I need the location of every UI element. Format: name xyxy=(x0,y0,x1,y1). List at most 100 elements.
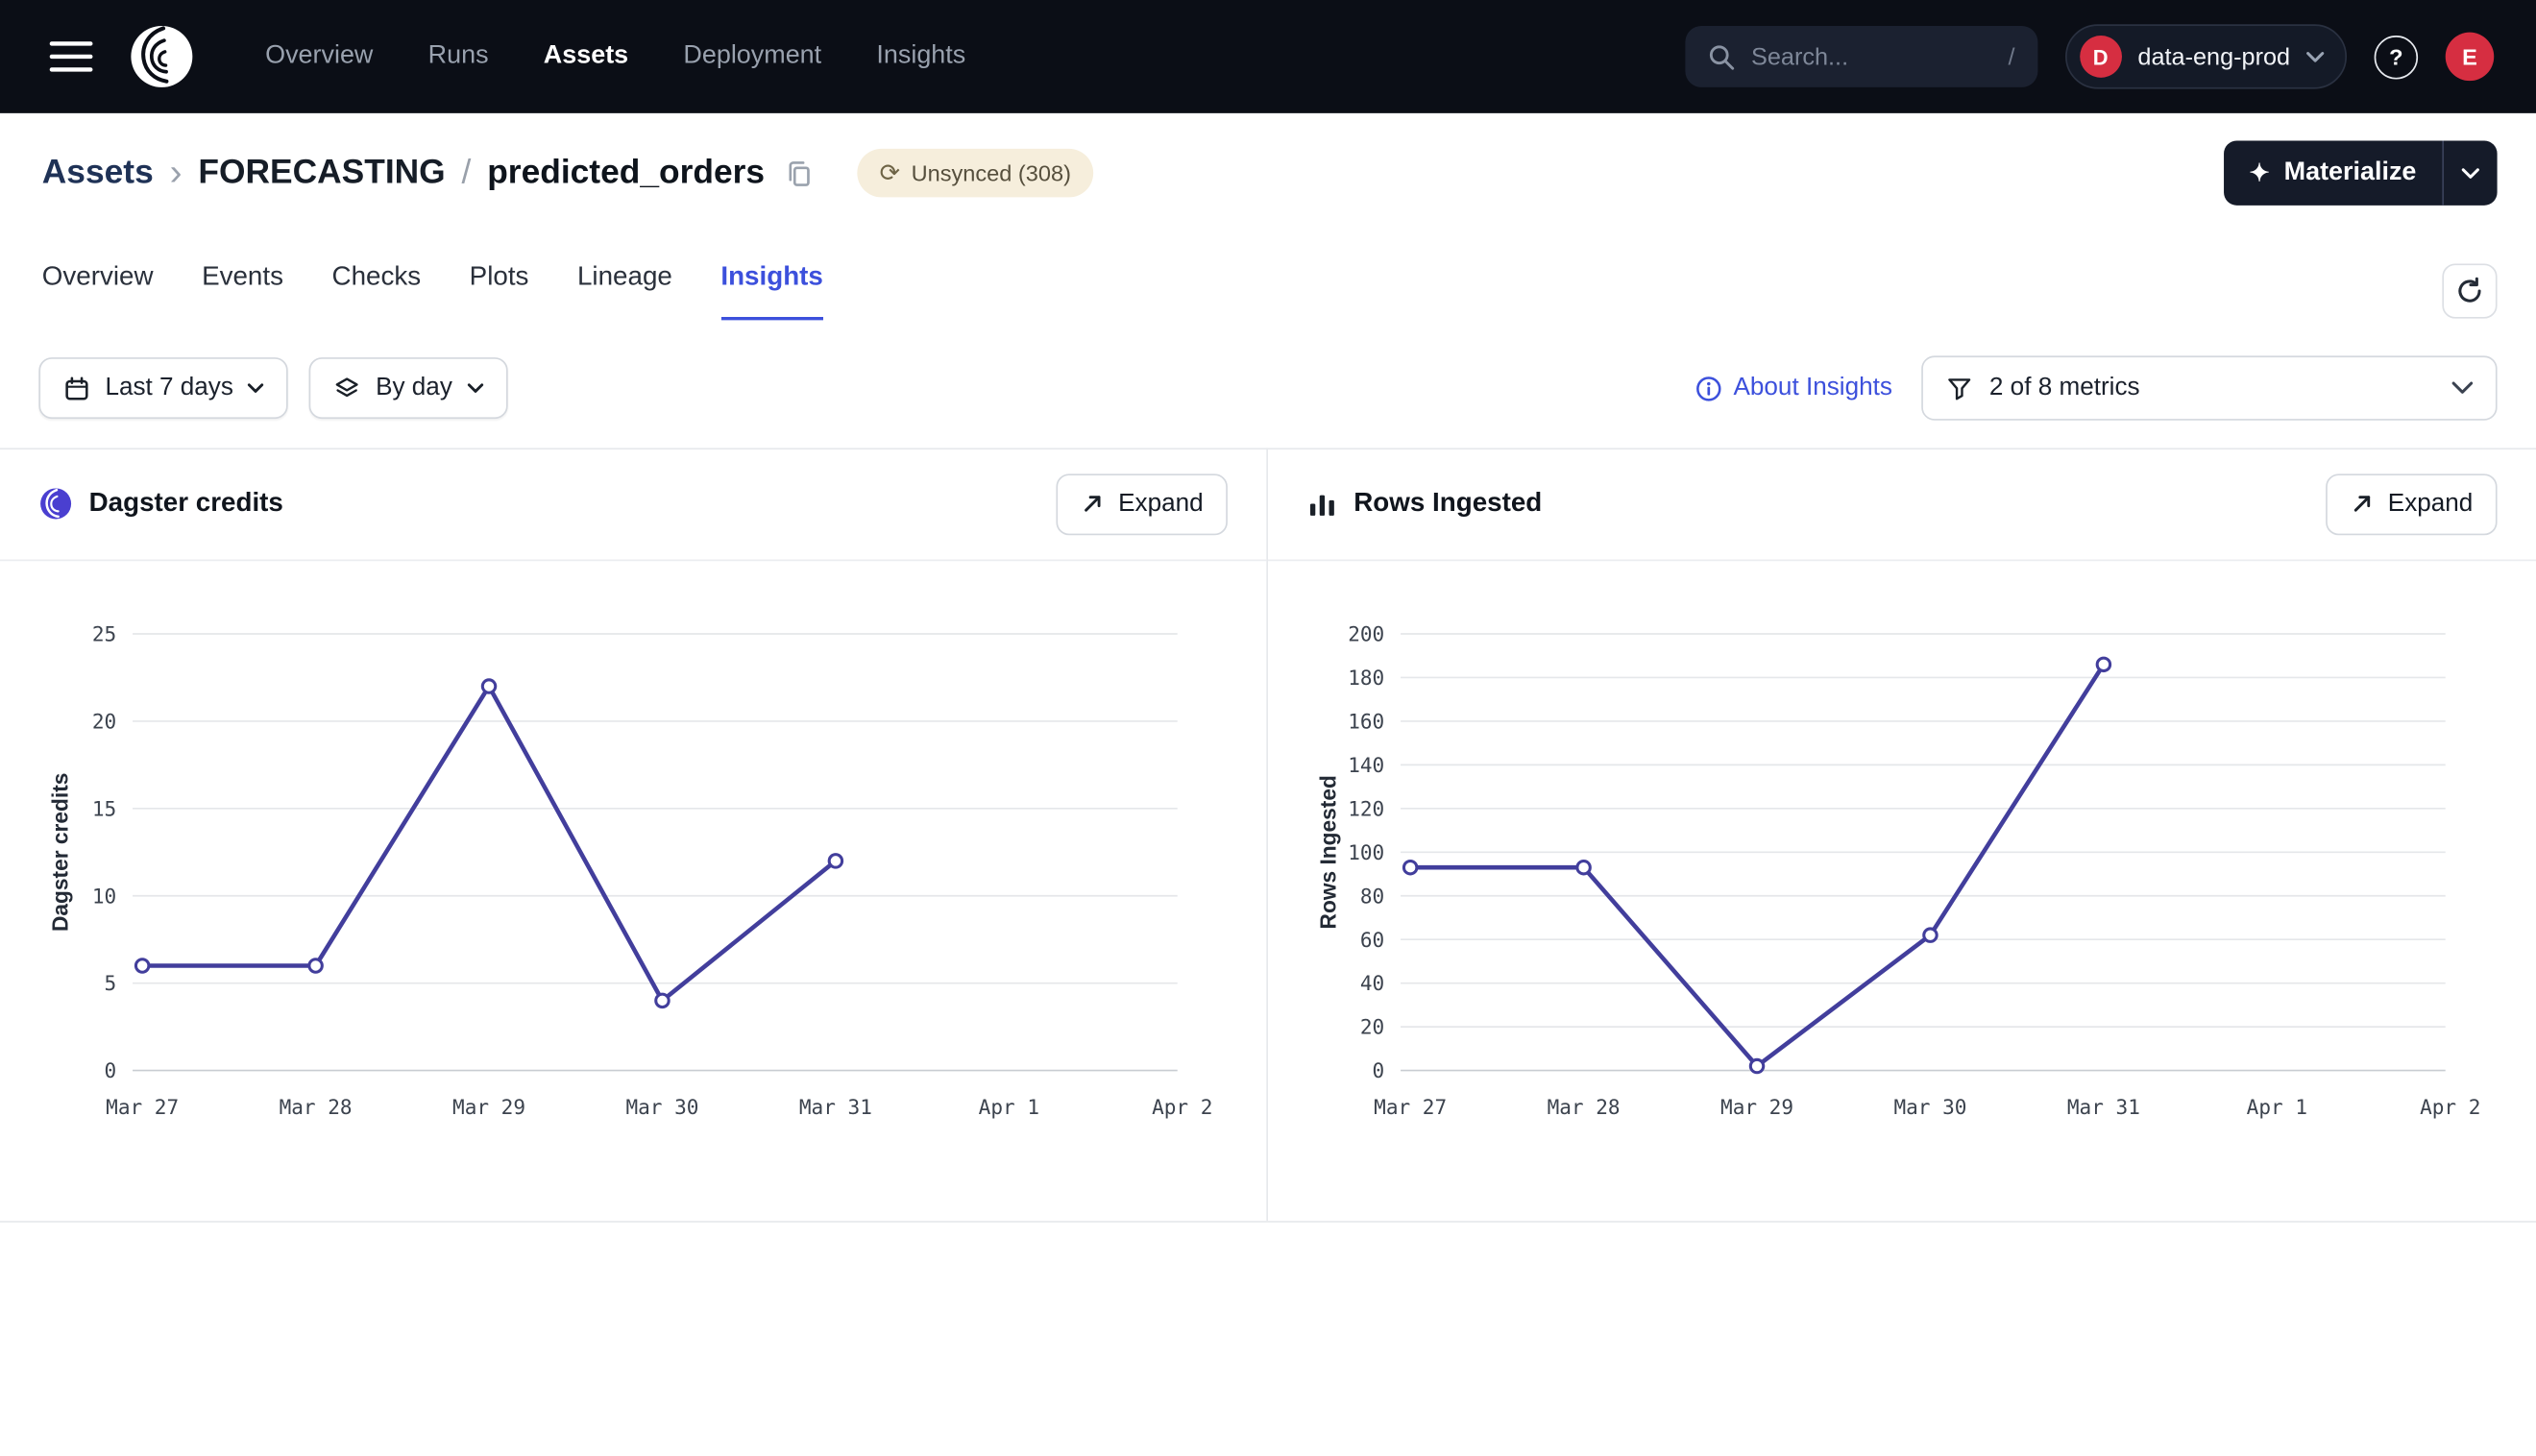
nav-item-insights[interactable]: Insights xyxy=(876,42,965,71)
search-icon xyxy=(1708,43,1736,71)
nav-item-assets[interactable]: Assets xyxy=(544,42,628,71)
dagster-credits-line-chart: 0510152025Mar 27Mar 28Mar 29Mar 30Mar 31… xyxy=(0,561,1268,1221)
dagster-credits-panel: Dagster credits Expand 0 5 10 15 20 25 Mar 27 M… xyxy=(0,448,1268,1221)
app-root: Overview Runs Assets Deployment Insights… xyxy=(0,0,2536,1455)
svg-text:20: 20 xyxy=(92,709,116,733)
deployment-avatar: D xyxy=(2080,36,2122,78)
sparkle-icon: ✦ xyxy=(2249,158,2269,187)
svg-text:5: 5 xyxy=(105,971,117,995)
svg-text:Mar 27: Mar 27 xyxy=(1374,1095,1447,1119)
dagster-logo-icon[interactable] xyxy=(126,21,197,92)
navbar-right-group: Search... / D data-eng-prod ? E xyxy=(1685,24,2494,88)
nav-item-runs[interactable]: Runs xyxy=(428,42,489,71)
time-range-dropdown[interactable]: Last 7 days xyxy=(38,357,288,419)
rows-ingested-line-chart: 020406080100120140160180200Mar 27Mar 28M… xyxy=(1268,561,2536,1221)
svg-text:10: 10 xyxy=(92,884,116,908)
svg-text:Mar 29: Mar 29 xyxy=(1720,1095,1793,1119)
chevron-down-icon xyxy=(2451,381,2473,394)
svg-text:100: 100 xyxy=(1348,840,1384,864)
divider xyxy=(0,1221,2536,1223)
chevron-down-icon xyxy=(248,382,264,394)
expand-label: Expand xyxy=(1118,489,1204,518)
top-navbar: Overview Runs Assets Deployment Insights… xyxy=(0,0,2536,113)
user-avatar-letter: E xyxy=(2462,43,2477,69)
about-insights-link[interactable]: About Insights xyxy=(1695,374,1892,402)
asset-tabs: Overview Events Checks Plots Lineage Ins… xyxy=(42,262,823,321)
chart-title: Rows Ingested xyxy=(1353,488,1542,519)
user-avatar[interactable]: E xyxy=(2446,33,2495,82)
primary-nav: Overview Runs Assets Deployment Insights xyxy=(265,42,965,71)
breadcrumb: Assets › FORECASTING / predicted_orders … xyxy=(42,149,1094,198)
granularity-label: By day xyxy=(376,374,452,402)
tab-events[interactable]: Events xyxy=(202,262,283,321)
granularity-dropdown[interactable]: By day xyxy=(309,357,507,419)
dagster-credits-icon xyxy=(38,487,72,521)
materialize-button[interactable]: ✦ Materialize xyxy=(2223,140,2442,205)
unsynced-status-badge[interactable]: ⟳ Unsynced (308) xyxy=(857,149,1094,198)
breadcrumb-group[interactable]: FORECASTING xyxy=(198,154,445,192)
status-badge-label: Unsynced (308) xyxy=(912,160,1071,186)
search-placeholder: Search... xyxy=(1751,43,1848,71)
svg-text:Mar 28: Mar 28 xyxy=(1548,1095,1621,1119)
svg-text:120: 120 xyxy=(1348,796,1384,820)
sync-icon: ⟳ xyxy=(880,158,900,187)
svg-text:160: 160 xyxy=(1348,709,1384,733)
svg-text:20: 20 xyxy=(1360,1015,1384,1039)
breadcrumb-slash: / xyxy=(462,154,472,192)
rows-ingested-panel: Rows Ingested Expand 0204060801001201401… xyxy=(1268,448,2536,1221)
chevron-down-icon xyxy=(2306,51,2325,62)
panel-header: Rows Ingested Expand xyxy=(1268,448,2536,561)
svg-text:Mar 30: Mar 30 xyxy=(625,1095,698,1119)
svg-text:Mar 28: Mar 28 xyxy=(280,1095,353,1119)
svg-text:Mar 29: Mar 29 xyxy=(452,1095,525,1119)
svg-text:Apr 2: Apr 2 xyxy=(2420,1095,2480,1119)
svg-text:0: 0 xyxy=(105,1058,117,1082)
materialize-split-button: ✦ Materialize xyxy=(2223,140,2497,205)
copy-icon[interactable] xyxy=(784,158,815,188)
svg-text:Apr 1: Apr 1 xyxy=(979,1095,1039,1119)
tab-lineage[interactable]: Lineage xyxy=(577,262,672,321)
svg-text:15: 15 xyxy=(92,796,116,820)
chevron-down-icon xyxy=(467,382,483,394)
tab-plots[interactable]: Plots xyxy=(470,262,529,321)
help-icon[interactable]: ? xyxy=(2375,35,2418,78)
breadcrumb-assets-link[interactable]: Assets xyxy=(42,154,154,192)
svg-text:80: 80 xyxy=(1360,884,1384,908)
page-title: predicted_orders xyxy=(487,154,765,192)
insights-filter-right: About Insights 2 of 8 metrics xyxy=(1695,355,2497,420)
expand-button[interactable]: Expand xyxy=(1057,473,1228,534)
deployment-name: data-eng-prod xyxy=(2137,43,2290,71)
about-insights-label: About Insights xyxy=(1734,374,1892,402)
info-icon xyxy=(1695,375,1722,402)
tab-overview[interactable]: Overview xyxy=(42,262,154,321)
svg-text:Mar 27: Mar 27 xyxy=(106,1095,179,1119)
tab-insights[interactable]: Insights xyxy=(720,262,823,321)
materialize-label: Materialize xyxy=(2284,158,2417,187)
panel-header: Dagster credits Expand xyxy=(0,448,1266,561)
metrics-filter-select[interactable]: 2 of 8 metrics xyxy=(1921,355,2497,420)
svg-text:180: 180 xyxy=(1348,666,1384,690)
svg-text:0: 0 xyxy=(1373,1058,1385,1082)
tab-checks[interactable]: Checks xyxy=(332,262,422,321)
deployment-switcher[interactable]: D data-eng-prod xyxy=(2065,24,2347,88)
bar-chart-icon xyxy=(1306,488,1337,519)
expand-label: Expand xyxy=(2388,489,2474,518)
breadcrumb-separator: › xyxy=(170,153,183,190)
svg-text:Mar 31: Mar 31 xyxy=(2067,1095,2140,1119)
menu-icon[interactable] xyxy=(42,33,101,82)
svg-text:Mar 30: Mar 30 xyxy=(1893,1095,1966,1119)
materialize-dropdown-button[interactable] xyxy=(2442,140,2497,205)
svg-text:25: 25 xyxy=(92,622,116,646)
refresh-icon[interactable] xyxy=(2442,263,2497,318)
layers-icon xyxy=(333,375,361,402)
svg-text:60: 60 xyxy=(1360,928,1384,952)
search-input[interactable]: Search... / xyxy=(1685,26,2037,87)
insights-filter-bar: Last 7 days By day xyxy=(38,357,507,419)
nav-item-overview[interactable]: Overview xyxy=(265,42,373,71)
filter-funnel-icon xyxy=(1945,375,1973,402)
help-glyph: ? xyxy=(2389,43,2402,69)
expand-button[interactable]: Expand xyxy=(2327,473,2498,534)
search-shortcut-hint: / xyxy=(2008,43,2014,71)
nav-item-deployment[interactable]: Deployment xyxy=(683,42,821,71)
svg-text:Apr 2: Apr 2 xyxy=(1152,1095,1212,1119)
